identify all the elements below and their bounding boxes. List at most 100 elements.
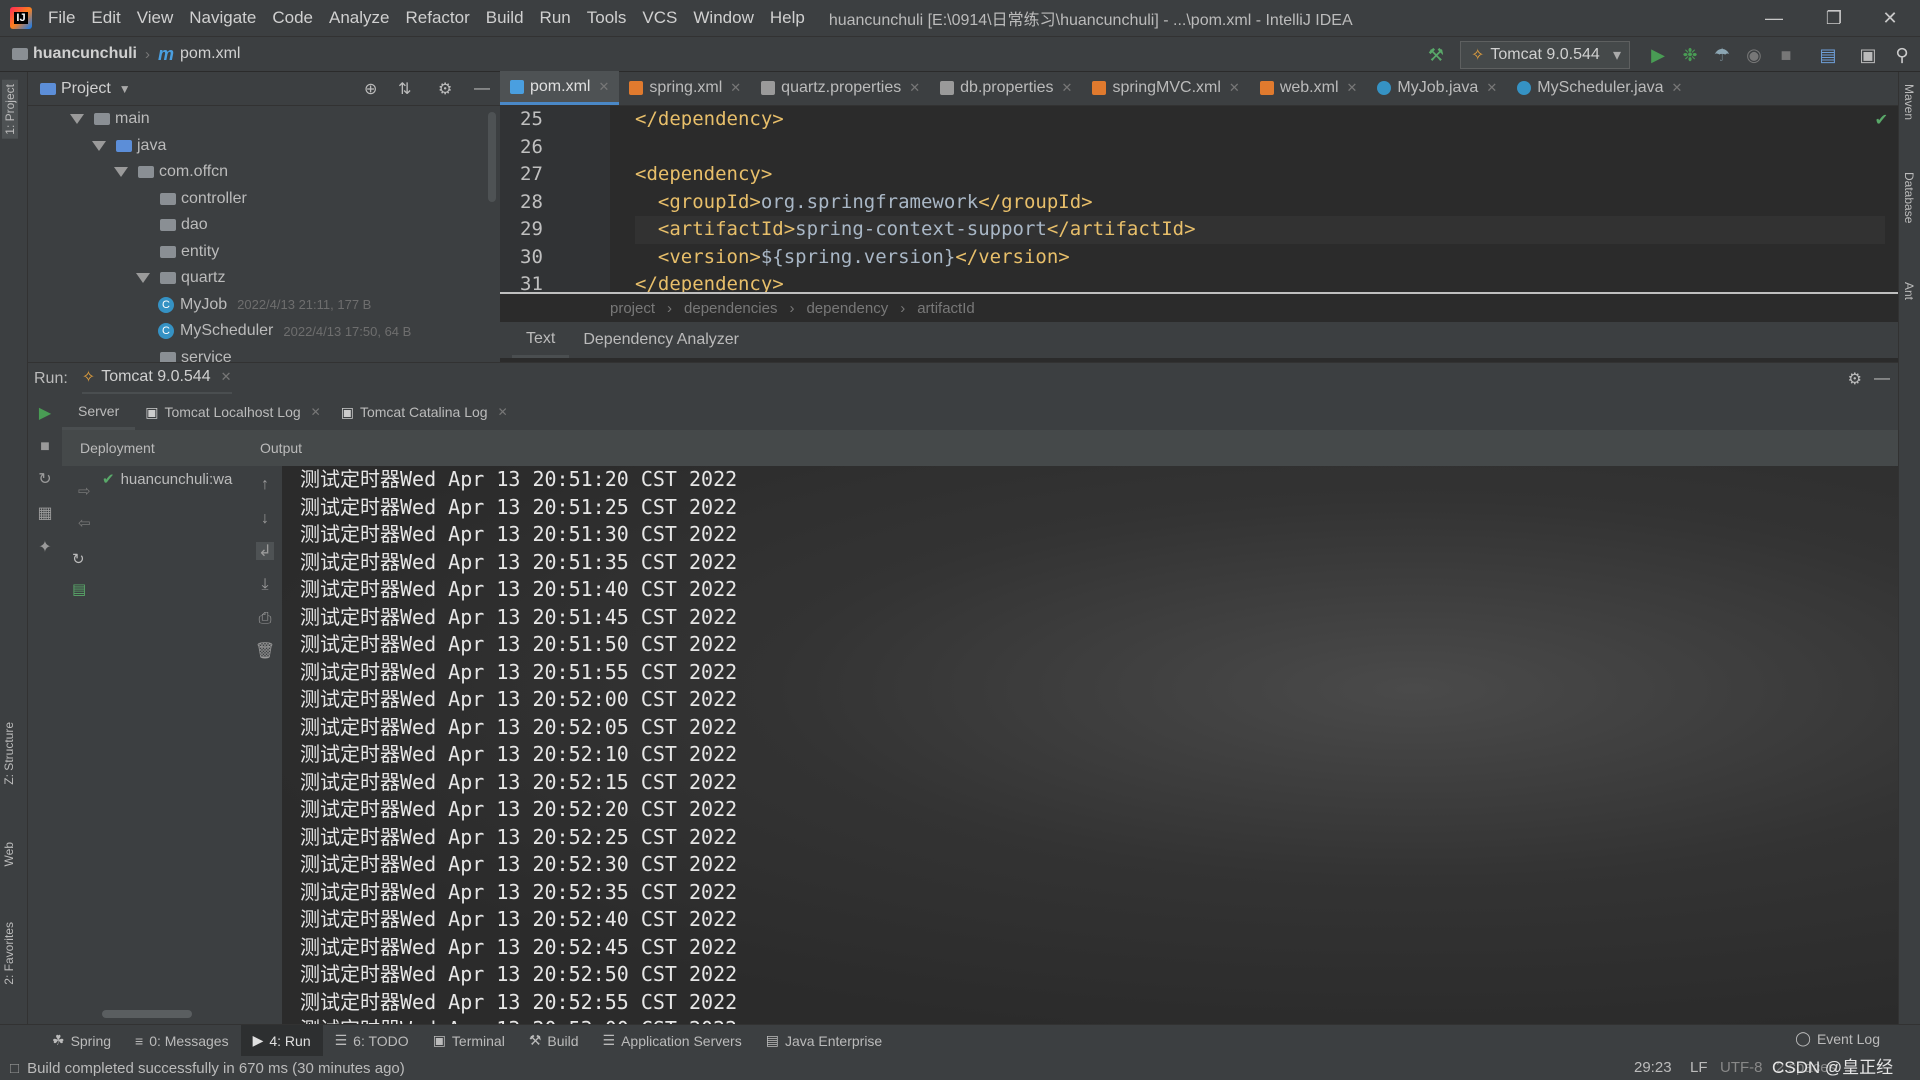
deploy-action-icon[interactable]: ⇨ [78,482,91,500]
refresh-icon[interactable]: ↻ [72,550,85,568]
project-structure-icon[interactable]: ▤ [1816,43,1840,67]
locate-icon[interactable]: ⊕ [364,79,377,99]
caret-position[interactable]: 29:23 [1634,1056,1672,1080]
tab-web-xml[interactable]: web.xml ✕ [1250,71,1368,105]
tab-quartz-properties[interactable]: quartz.properties ✕ [751,71,930,105]
breadcrumb-file[interactable]: m pom.xml [158,44,240,65]
close-icon[interactable]: ✕ [1672,80,1683,96]
menu-view[interactable]: View [129,8,182,28]
menu-file[interactable]: File [40,8,83,28]
toolwindow-spring[interactable]: ☘ Spring [40,1025,123,1057]
close-icon[interactable]: ✕ [221,369,232,385]
menu-build[interactable]: Build [478,8,532,28]
tab-pom-xml[interactable]: pom.xml ✕ [500,71,620,105]
menu-refactor[interactable]: Refactor [397,8,477,28]
menu-tools[interactable]: Tools [579,8,635,28]
toolwindow-build[interactable]: ⚒ Build [517,1025,591,1057]
inspection-ok-icon[interactable]: ✔ [1875,110,1888,130]
expand-arrow-icon[interactable] [70,114,84,125]
run-configuration-select[interactable]: ✧ Tomcat 9.0.544 ▾ [1460,41,1630,69]
chevron-down-icon[interactable]: ▼ [119,82,131,96]
tree-item-entity[interactable]: entity [28,239,500,266]
update-icon[interactable]: ▤ [72,580,86,598]
expand-arrow-icon[interactable] [114,167,128,178]
console-output[interactable]: 测试定时器Wed Apr 13 20:51:20 CST 2022 测试定时器We… [282,466,1898,1024]
expand-arrow-icon[interactable] [92,140,106,151]
breadcrumb-artifactid[interactable]: artifactId [917,300,975,317]
tab-spring-xml[interactable]: spring.xml ✕ [619,71,751,105]
stop-icon[interactable]: ■ [36,438,54,456]
scroll-to-end-icon[interactable]: ⤓ [256,576,274,594]
undeploy-icon[interactable]: ⇦ [78,514,91,532]
menu-navigate[interactable]: Navigate [181,8,264,28]
pin-icon[interactable]: ✦ [36,538,54,556]
deployment-item[interactable]: ✔ huancunchuli:wa [102,470,232,489]
arrow-down-icon[interactable]: ↓ [256,510,274,528]
menu-help[interactable]: Help [762,8,813,28]
gear-icon[interactable]: ⚙ [1848,369,1862,389]
structure-tool-button[interactable]: Z: Structure [2,722,16,785]
code-area[interactable]: </dependency> <dependency> <groupId>org.s… [635,106,1885,292]
close-icon[interactable]: ✕ [909,80,920,96]
web-tool-button[interactable]: Web [2,842,16,866]
tab-springmvc-xml[interactable]: springMVC.xml ✕ [1082,71,1249,105]
line-separator[interactable]: LF [1690,1056,1708,1080]
print-icon[interactable]: ⎙ [256,610,274,628]
file-encoding[interactable]: UTF-8 [1720,1056,1763,1080]
tab-text[interactable]: Text [512,322,570,358]
profile-icon[interactable]: ◉ [1742,43,1766,67]
toolwindow-terminal[interactable]: ▣ Terminal [421,1025,517,1057]
close-icon[interactable]: ✕ [730,80,741,96]
restart-icon[interactable]: ↻ [36,470,54,488]
code-line[interactable]: </dependency> [635,106,1885,134]
breadcrumb-project[interactable]: huancunchuli [12,45,137,63]
event-log-button[interactable]: ◯ Event Log [1795,1030,1880,1047]
toolwindow-application-servers[interactable]: ☰ Application Servers [591,1025,754,1057]
tab-dependency-analyzer[interactable]: Dependency Analyzer [569,322,753,358]
breadcrumb-dependencies[interactable]: dependencies [684,300,777,317]
restore-button[interactable]: ❐ [1804,0,1864,36]
tree-item-quartz[interactable]: quartz [28,265,500,292]
coverage-icon[interactable]: ☂ [1710,43,1734,67]
breadcrumb-project[interactable]: project [610,300,655,317]
status-message[interactable]: Build completed successfully in 670 ms (… [27,1060,405,1077]
deployment-scrollbar[interactable] [102,1010,192,1018]
close-icon[interactable]: ✕ [1486,80,1497,96]
close-window-button[interactable]: ✕ [1860,0,1920,36]
expand-arrow-icon[interactable] [136,273,150,284]
toolwindow-java-enterprise[interactable]: ▤ Java Enterprise [754,1025,895,1057]
tab-myscheduler-java[interactable]: MyScheduler.java ✕ [1507,71,1692,105]
close-icon[interactable]: ✕ [498,405,508,419]
maven-tool-button[interactable]: Maven [1902,84,1916,120]
hide-panel-icon[interactable]: — [1874,370,1890,388]
tree-item-controller[interactable]: controller [28,186,500,213]
search-icon[interactable]: ⚲ [1890,43,1914,67]
breadcrumb-dependency[interactable]: dependency [806,300,888,317]
menu-window[interactable]: Window [685,8,761,28]
build-hammer-icon[interactable]: ⚒ [1424,43,1448,67]
hide-panel-icon[interactable]: — [474,80,490,98]
code-line[interactable]: <artifactId>spring-context-support</arti… [635,216,1885,244]
menu-code[interactable]: Code [264,8,321,28]
tree-scrollbar[interactable] [488,112,496,202]
database-tool-button[interactable]: Database [1902,172,1916,223]
project-tool-button[interactable]: 1: Project [2,80,18,139]
code-line[interactable]: <version>${spring.version}</version> [635,244,1885,272]
favorites-tool-button[interactable]: 2: Favorites [2,922,16,985]
code-editor[interactable]: 25 26 27 28 29 30 31 </dependency> <dependency>… [500,106,1898,292]
toolwindow-6-todo[interactable]: ☰ 6: TODO [323,1025,421,1057]
tree-item-com-offcn[interactable]: com.offcn [28,159,500,186]
run-config-tab[interactable]: ✧ Tomcat 9.0.544 ✕ [81,363,232,395]
tab-db-properties[interactable]: db.properties ✕ [930,71,1082,105]
tree-item-java[interactable]: java [28,133,500,160]
tab-myjob-java[interactable]: MyJob.java ✕ [1367,71,1507,105]
tab-catalina-log[interactable]: ▣ Tomcat Catalina Log ✕ [331,404,518,421]
tab-server[interactable]: Server [62,394,136,430]
code-line[interactable] [635,134,1885,162]
stop-icon[interactable]: ■ [1774,43,1798,67]
layout-icon[interactable]: ▦ [36,504,54,522]
trash-icon[interactable]: 🗑 [255,642,275,660]
gear-icon[interactable]: ⚙ [438,79,452,99]
code-line[interactable]: <groupId>org.springframework</groupId> [635,189,1885,217]
arrow-up-icon[interactable]: ↑ [256,476,274,494]
